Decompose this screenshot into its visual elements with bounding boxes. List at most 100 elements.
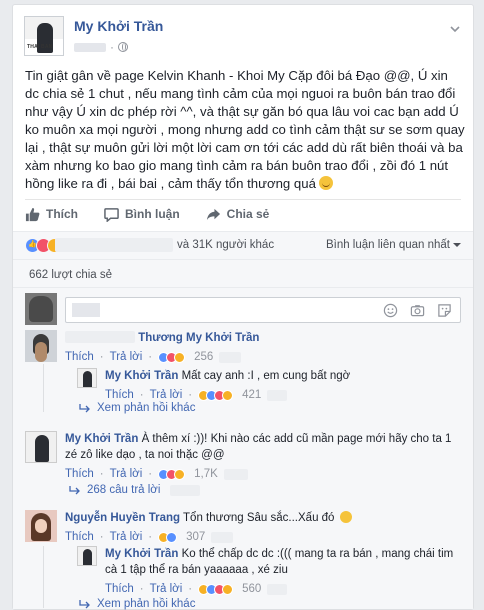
commenter-name-suffix[interactable]: Thương <box>138 332 183 344</box>
comment-composer <box>25 293 461 325</box>
comment-meta: Thích · Trả lời · 1,7K <box>65 466 461 482</box>
thumbs-up-icon <box>25 207 40 221</box>
reply-arrow-icon <box>79 404 90 413</box>
reply-avatar[interactable] <box>77 368 97 388</box>
commenter-avatar[interactable] <box>25 330 57 362</box>
commenter-name-blurred[interactable] <box>65 331 135 343</box>
comment-sort-label: Bình luận liên quan nhất <box>325 239 450 251</box>
comment-like-link[interactable]: Thích <box>65 466 94 482</box>
comment-reactions[interactable] <box>158 351 186 363</box>
comment-reply-link[interactable]: Trả lời <box>110 466 143 482</box>
timestamp-blurred[interactable] <box>211 531 234 543</box>
commenter-avatar[interactable] <box>25 431 57 463</box>
comment-bubble-icon <box>104 207 119 222</box>
composer-tools <box>383 303 452 318</box>
comment-like-link[interactable]: Thích <box>65 529 94 545</box>
commenter-name[interactable]: Nguyễn Huyền Trang <box>65 512 180 524</box>
page-avatar[interactable]: THAI BAN <box>24 16 64 56</box>
comment-like-link[interactable]: Thích <box>65 349 94 365</box>
post-text: Tin giật gân về page Kelvin Khanh - Khoi… <box>25 68 465 191</box>
comment-label: Bình luận <box>125 207 180 221</box>
comment-reply-link[interactable]: Trả lời <box>110 529 143 545</box>
reply-author[interactable]: My Khởi Trần <box>105 370 178 382</box>
reaction-summary[interactable]: và 31K người khác <box>55 238 274 252</box>
reply-arrow-icon <box>79 600 90 609</box>
comment-reaction-count: 307 <box>186 531 206 543</box>
comment: Nguyễn Huyền Trang Tổn thương Sâu sắc...… <box>25 510 461 544</box>
reply-reply-link[interactable]: Trả lời <box>150 581 183 597</box>
commenter-avatar[interactable] <box>25 510 57 542</box>
post-header: THAI BAN My Khởi Trần · <box>24 16 462 60</box>
like-button[interactable]: Thích <box>25 207 78 222</box>
globe-icon <box>118 42 128 52</box>
composer-placeholder-blurred <box>72 303 100 317</box>
comment: My Khởi Trần À thêm xí :))! Khi nào các … <box>25 431 461 481</box>
reply-reactions[interactable] <box>198 583 234 595</box>
user-avatar <box>25 293 57 325</box>
page-name[interactable]: My Khởi Trần <box>74 18 163 34</box>
share-button[interactable]: Chia sẻ <box>206 207 270 222</box>
reply-reply-link[interactable]: Trả lời <box>150 387 183 403</box>
timestamp-blurred[interactable] <box>267 583 288 595</box>
comment-meta: Thích · Trả lời · 307 <box>65 529 461 545</box>
share-arrow-icon <box>206 208 220 220</box>
post-body: Tin giật gân về page Kelvin Khanh - Khoi… <box>25 67 465 193</box>
commenter-name[interactable]: My Khởi Trần <box>65 433 138 445</box>
reply-like-link[interactable]: Thích <box>105 387 134 403</box>
more-replies-label: Xem phản hồi khác <box>97 402 196 414</box>
share-label: Chia sẻ <box>226 207 270 221</box>
comment-reaction-count: 1,7K <box>194 468 218 480</box>
emoji-icon[interactable] <box>383 303 398 318</box>
comment-input[interactable] <box>65 297 461 323</box>
chevron-down-icon[interactable] <box>448 22 462 36</box>
comment: Thương My Khởi Trần Thích · Trả lời · 25… <box>25 330 461 364</box>
comment-reactions[interactable] <box>158 531 178 543</box>
sticker-icon[interactable] <box>437 303 452 318</box>
camera-icon[interactable] <box>410 303 425 318</box>
timestamp-blurred[interactable] <box>267 389 288 401</box>
post-meta: · <box>74 40 128 54</box>
timestamp-blurred[interactable] <box>219 351 242 363</box>
reaction-icons[interactable] <box>25 238 62 253</box>
comment-text: Tổn thương Sâu sắc...Xấu đó <box>183 512 335 524</box>
reply-reactions[interactable] <box>198 389 234 401</box>
divider <box>25 199 461 200</box>
more-replies-link[interactable]: Xem phản hồi khác <box>79 402 195 414</box>
share-count-row: 662 lượt chia sẻ <box>13 259 473 287</box>
reply-author[interactable]: My Khởi Trần <box>105 548 178 560</box>
comment-reaction-count: 256 <box>194 351 214 363</box>
reply-thread-line <box>43 364 44 412</box>
reaction-count-text: và 31K người khác <box>177 239 275 251</box>
reply-avatar[interactable] <box>77 546 97 566</box>
page-avatar-text: THAI BAN <box>27 44 53 50</box>
reply-arrow-icon <box>69 486 80 495</box>
more-replies-label: Xem phản hồi khác <box>97 598 196 610</box>
comment-body: My Khởi Trần À thêm xí :))! Khi nào các … <box>65 431 461 482</box>
more-replies-link[interactable]: Xem phản hồi khác <box>79 598 195 610</box>
reply: My Khởi Trần Ko thể chấp dc dc :((( mang… <box>77 546 461 595</box>
reply-meta: Thích · Trả lời · 560 <box>105 581 461 597</box>
wink-emoji-icon <box>339 511 352 523</box>
timestamp-blurred[interactable] <box>223 468 248 480</box>
reply-body: My Khởi Trần Mất cay anh :I , em cung bấ… <box>105 368 461 403</box>
comments-section: Thương My Khởi Trần Thích · Trả lời · 25… <box>13 287 473 610</box>
reply-body: My Khởi Trần Ko thể chấp dc dc :((( mang… <box>105 546 461 597</box>
reply-reaction-count: 421 <box>242 389 262 401</box>
reactor-names-blurred <box>55 238 173 252</box>
comment-body: Thương My Khởi Trần Thích · Trả lời · 25… <box>65 330 461 365</box>
comment-reactions[interactable] <box>158 468 186 480</box>
share-count[interactable]: 662 lượt chia sẻ <box>29 269 112 281</box>
more-replies-link[interactable]: 268 câu trả lời <box>69 484 201 496</box>
comment-button[interactable]: Bình luận <box>104 207 180 222</box>
reply-thread-line <box>43 546 44 608</box>
comment-meta: Thích · Trả lời · 256 <box>65 349 461 365</box>
comment-body: Nguyễn Huyền Trang Tổn thương Sâu sắc...… <box>65 510 461 545</box>
timestamp-blurred[interactable] <box>74 42 106 52</box>
timestamp-blurred <box>170 484 201 496</box>
reply-like-link[interactable]: Thích <box>105 581 134 597</box>
comment-sort-dropdown[interactable]: Bình luận liên quan nhất <box>326 239 461 251</box>
comment-reply-link[interactable]: Trả lời <box>110 349 143 365</box>
mention-tag[interactable]: My Khởi Trần <box>186 332 259 344</box>
post-actions: Thích Bình luận Chia sẻ <box>25 203 295 225</box>
post-card: THAI BAN My Khởi Trần · Tin giật gân về … <box>12 4 474 610</box>
